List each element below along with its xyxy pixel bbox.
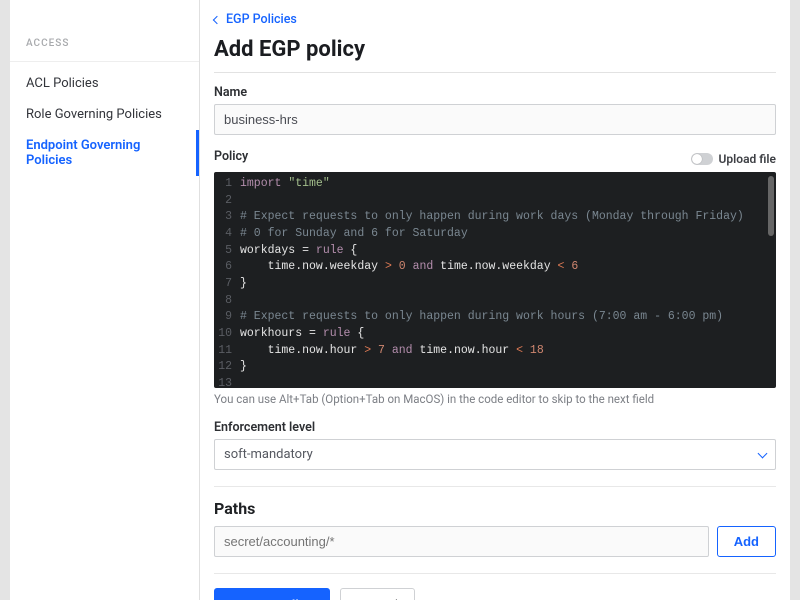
line-number: 9 — [214, 309, 240, 326]
action-buttons: Create Policy Cancel — [214, 588, 776, 600]
chevron-down-icon — [758, 448, 768, 458]
name-label: Name — [214, 85, 776, 100]
policy-code-editor[interactable]: 1import "time"23# Expect requests to onl… — [214, 172, 776, 388]
enforcement-label: Enforcement level — [214, 420, 776, 435]
line-number: 13 — [214, 376, 240, 388]
upload-file-label: Upload file — [719, 152, 776, 166]
code-line: 10workhours = rule { — [214, 326, 776, 343]
upload-toggle[interactable] — [691, 153, 713, 165]
add-path-button[interactable]: Add — [717, 526, 776, 557]
line-number: 5 — [214, 243, 240, 260]
path-input[interactable] — [214, 526, 709, 557]
breadcrumb-back[interactable]: EGP Policies — [214, 12, 776, 33]
code-content: # Expect requests to only happen during … — [240, 309, 723, 326]
code-line: 5workdays = rule { — [214, 243, 776, 260]
editor-scrollbar[interactable] — [768, 176, 774, 236]
code-line: 9# Expect requests to only happen during… — [214, 309, 776, 326]
line-number: 6 — [214, 259, 240, 276]
line-number: 11 — [214, 343, 240, 360]
code-content: workhours = rule { — [240, 326, 364, 343]
cancel-button[interactable]: Cancel — [340, 588, 414, 600]
main-content: EGP Policies Add EGP policy Name Policy … — [200, 0, 790, 600]
line-number: 7 — [214, 276, 240, 293]
code-line: 2 — [214, 193, 776, 210]
sidebar-item-acl-policies[interactable]: ACL Policies — [10, 68, 199, 99]
code-line: 4# 0 for Sunday and 6 for Saturday — [214, 226, 776, 243]
sidebar-item-endpoint-governing-policies[interactable]: Endpoint Governing Policies — [10, 130, 199, 176]
code-line: 12} — [214, 359, 776, 376]
code-content: # 0 for Sunday and 6 for Saturday — [240, 226, 468, 243]
sidebar-heading: ACCESS — [10, 38, 199, 61]
footer-divider — [214, 573, 776, 574]
sidebar: ACCESS ACL PoliciesRole Governing Polici… — [10, 0, 200, 600]
code-line: 8 — [214, 293, 776, 310]
paths-heading: Paths — [214, 499, 776, 518]
line-number: 4 — [214, 226, 240, 243]
code-line: 1import "time" — [214, 176, 776, 193]
line-number: 12 — [214, 359, 240, 376]
line-number: 10 — [214, 326, 240, 343]
editor-help-text: You can use Alt+Tab (Option+Tab on MacOS… — [214, 392, 776, 406]
name-field: Name — [214, 85, 776, 135]
code-line: 6 time.now.weekday > 0 and time.now.week… — [214, 259, 776, 276]
line-number: 1 — [214, 176, 240, 193]
code-line: 11 time.now.hour > 7 and time.now.hour <… — [214, 343, 776, 360]
policy-field: Policy Upload file 1import "time"23# Exp… — [214, 149, 776, 406]
breadcrumb-label: EGP Policies — [226, 12, 297, 27]
title-divider — [214, 72, 776, 73]
code-content: } — [240, 359, 247, 376]
sidebar-item-role-governing-policies[interactable]: Role Governing Policies — [10, 99, 199, 130]
policy-label: Policy — [214, 149, 248, 164]
chevron-left-icon — [213, 15, 221, 23]
paths-row: Add — [214, 526, 776, 557]
name-input[interactable] — [214, 104, 776, 135]
enforcement-field: Enforcement level soft-mandatory — [214, 420, 776, 470]
code-content: import "time" — [240, 176, 330, 193]
line-number: 8 — [214, 293, 240, 310]
code-line: 3# Expect requests to only happen during… — [214, 209, 776, 226]
code-line: 13 — [214, 376, 776, 388]
enforcement-value: soft-mandatory — [224, 447, 313, 462]
create-policy-button[interactable]: Create Policy — [214, 588, 330, 600]
section-divider — [214, 486, 776, 487]
code-content: time.now.weekday > 0 and time.now.weekda… — [240, 259, 578, 276]
line-number: 3 — [214, 209, 240, 226]
upload-file-group: Upload file — [691, 152, 776, 166]
code-content: # Expect requests to only happen during … — [240, 209, 744, 226]
line-number: 2 — [214, 193, 240, 210]
code-content: } — [240, 276, 247, 293]
code-content: workdays = rule { — [240, 243, 357, 260]
page-title: Add EGP policy — [214, 33, 776, 72]
code-line: 7} — [214, 276, 776, 293]
enforcement-select[interactable]: soft-mandatory — [214, 439, 776, 470]
code-content: time.now.hour > 7 and time.now.hour < 18 — [240, 343, 544, 360]
sidebar-divider — [10, 61, 199, 62]
